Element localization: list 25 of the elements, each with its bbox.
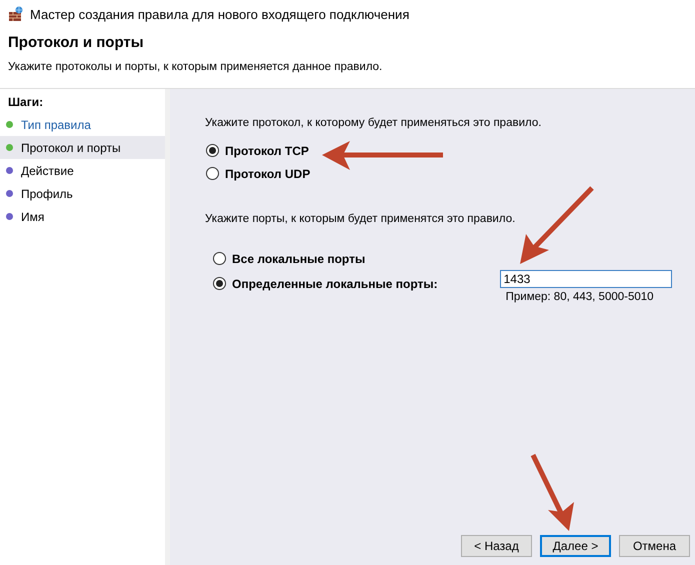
wizard-button[interactable]: Отмена (619, 535, 690, 557)
page-title: Протокол и порты (8, 34, 145, 51)
wizard-button[interactable]: < Назад (461, 535, 532, 557)
protocol-prompt: Укажите протокол, к которому будет применяться это правило. (205, 117, 542, 129)
step-item[interactable]: Протокол и порты (0, 136, 165, 159)
radio-button[interactable] (213, 277, 226, 290)
radio-button[interactable] (213, 252, 226, 265)
ports-prompt: Укажите порты, к которым будет применятся это правило. (205, 213, 516, 225)
radio-label[interactable]: Протокол UDP (225, 166, 310, 180)
page-subtitle: Укажите протоколы и порты, к которым применяется данное правило. (8, 61, 384, 73)
window-title: Мастер создания правила для нового входящего подключения (30, 6, 410, 22)
radio-label[interactable]: Все локальные порты (232, 252, 366, 266)
ports-hint: Пример: 80, 443, 5000-5010 (506, 291, 655, 303)
ports-field[interactable]: 1433 (500, 270, 672, 288)
step-item[interactable]: Имя (0, 205, 165, 228)
step-item[interactable]: Тип правила (0, 113, 165, 136)
steps-heading: Шаги: (7, 95, 44, 111)
radio-button[interactable] (206, 144, 219, 157)
step-item[interactable]: Действие (0, 159, 165, 182)
radio-button[interactable] (206, 167, 219, 180)
step-item[interactable]: Профиль (0, 182, 165, 205)
radio-label[interactable]: Определенные локальные порты: (232, 276, 438, 290)
wizard-button[interactable]: Далее > (540, 535, 611, 557)
firewall-icon (8, 6, 24, 22)
radio-label[interactable]: Протокол TCP (225, 144, 309, 158)
